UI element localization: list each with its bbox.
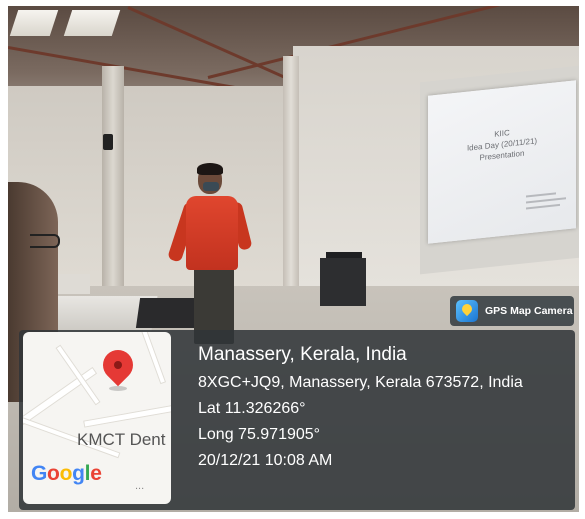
wall-speaker — [103, 134, 113, 150]
skylight — [9, 10, 59, 36]
gps-map-camera-logo-icon — [456, 300, 478, 322]
map-pin-center — [114, 361, 122, 369]
map-road — [83, 403, 171, 428]
presenter-mask — [203, 182, 219, 191]
slide-text-line — [526, 203, 560, 210]
location-title: Manassery, Kerala, India — [198, 344, 407, 365]
projection-screen: KIIC Idea Day (20/11/21) Presentation — [428, 80, 576, 244]
pillar — [102, 66, 124, 286]
location-details: Manassery, Kerala, India 8XGC+JQ9, Manas… — [198, 340, 523, 474]
location-timestamp: 20/12/21 10:08 AM — [198, 452, 333, 469]
presenter-hair — [197, 163, 223, 175]
map-pin-shadow — [109, 386, 127, 391]
skylight — [63, 10, 121, 36]
google-letter: o — [59, 462, 73, 485]
google-letter: e — [90, 462, 102, 485]
map-ellipsis: ... — [135, 480, 145, 492]
presenter-shirt — [186, 196, 238, 270]
pillar — [283, 56, 299, 286]
badge-label: GPS Map Camera — [485, 305, 573, 317]
glasses — [30, 234, 60, 248]
google-attribution: Google — [31, 462, 102, 486]
google-letter: o — [47, 462, 60, 485]
google-letter: G — [31, 462, 48, 485]
location-longitude: Long 75.971905° — [198, 426, 321, 443]
location-address: 8XGC+JQ9, Manassery, Kerala 673572, Indi… — [198, 374, 523, 391]
geotagged-photo: KIIC Idea Day (20/11/21) Presentation GP… — [0, 0, 585, 519]
slide-text-line — [526, 192, 556, 198]
map-road — [23, 366, 98, 426]
map-thumbnail: KMCT Dent Google ... — [23, 332, 171, 504]
equipment-cart — [320, 258, 366, 306]
google-letter: g — [72, 462, 85, 485]
slide-text-line — [526, 197, 566, 204]
location-latitude: Lat 11.326266° — [198, 400, 306, 417]
map-place-label: KMCT Dent — [77, 430, 166, 449]
gps-map-camera-badge: GPS Map Camera — [450, 296, 574, 326]
map-road — [139, 332, 167, 385]
